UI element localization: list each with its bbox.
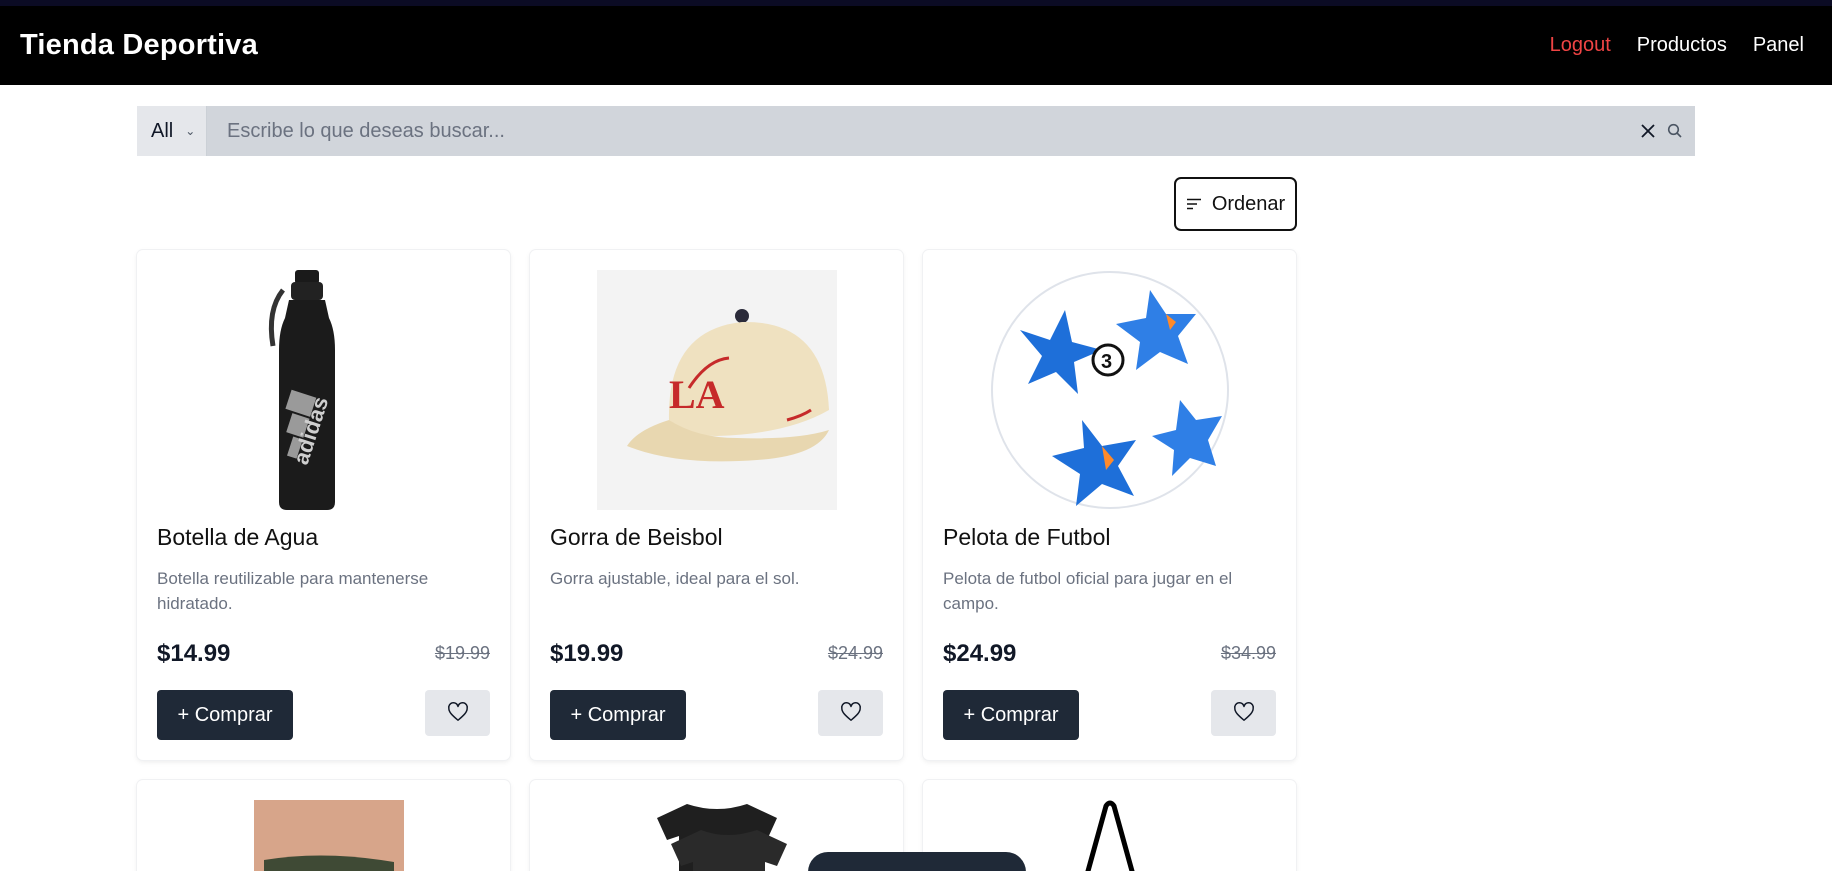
product-image-water-bottle[interactable]: adidas xyxy=(157,270,490,510)
panel-link[interactable]: Panel xyxy=(1753,34,1804,57)
product-description: Gorra ajustable, ideal para el sol. xyxy=(550,569,800,588)
buy-button[interactable]: + Comprar xyxy=(550,690,686,740)
favorite-button[interactable] xyxy=(818,690,883,736)
product-old-price: $19.99 xyxy=(434,643,490,663)
heart-icon xyxy=(1233,701,1255,726)
product-price: $19.99 xyxy=(550,640,624,667)
product-card: 3 Pelota de Futbol Pelota de futbol ofic… xyxy=(923,250,1296,760)
buy-button[interactable]: + Comprar xyxy=(157,690,293,740)
product-image-shorts[interactable] xyxy=(157,800,490,871)
heart-icon xyxy=(447,701,469,726)
favorite-button[interactable] xyxy=(425,690,490,736)
product-name[interactable]: Pelota de Futbol xyxy=(943,524,1111,551)
search-icon[interactable] xyxy=(1667,123,1683,139)
search-input[interactable] xyxy=(207,106,1639,156)
search-actions xyxy=(1639,106,1695,156)
products-link[interactable]: Productos xyxy=(1637,34,1727,57)
sort-icon xyxy=(1186,193,1202,216)
product-name[interactable]: Botella de Agua xyxy=(157,524,318,551)
search-bar: All ⌄ xyxy=(137,106,1695,156)
svg-text:3: 3 xyxy=(1101,351,1112,373)
nav-links: Logout Productos Panel xyxy=(1550,34,1812,57)
floating-toolbar[interactable] xyxy=(808,852,1026,871)
sort-label: Ordenar xyxy=(1211,192,1286,215)
product-old-price: $34.99 xyxy=(1220,643,1276,663)
product-name[interactable]: Gorra de Beisbol xyxy=(550,524,723,551)
sort-button[interactable]: Ordenar xyxy=(1174,177,1297,231)
top-navbar: Tienda Deportiva Logout Productos Panel xyxy=(0,0,1832,85)
buy-button[interactable]: + Comprar xyxy=(943,690,1079,740)
brand-title[interactable]: Tienda Deportiva xyxy=(20,29,258,62)
heart-icon xyxy=(840,701,862,726)
chevron-down-icon: ⌄ xyxy=(185,124,196,138)
product-description: Pelota de futbol oficial para jugar en e… xyxy=(943,569,1233,613)
product-price: $24.99 xyxy=(943,640,1017,667)
product-price: $14.99 xyxy=(157,640,231,667)
favorite-button[interactable] xyxy=(1211,690,1276,736)
category-selected-value: All xyxy=(151,119,174,142)
category-select[interactable]: All ⌄ xyxy=(137,106,207,156)
product-card: LA Gorra de Beisbol Gorra ajustable, ide… xyxy=(530,250,903,760)
product-image-baseball-cap[interactable]: LA xyxy=(550,270,883,510)
product-card: adidas Botella de Agua Botella reutiliza… xyxy=(137,250,510,760)
product-card xyxy=(137,780,510,871)
logout-link[interactable]: Logout xyxy=(1550,34,1611,57)
clear-icon[interactable] xyxy=(1639,122,1657,140)
product-image-soccer-ball[interactable]: 3 xyxy=(943,270,1276,510)
product-description: Botella reutilizable para mantenerse hid… xyxy=(157,569,429,613)
product-old-price: $24.99 xyxy=(827,643,883,663)
